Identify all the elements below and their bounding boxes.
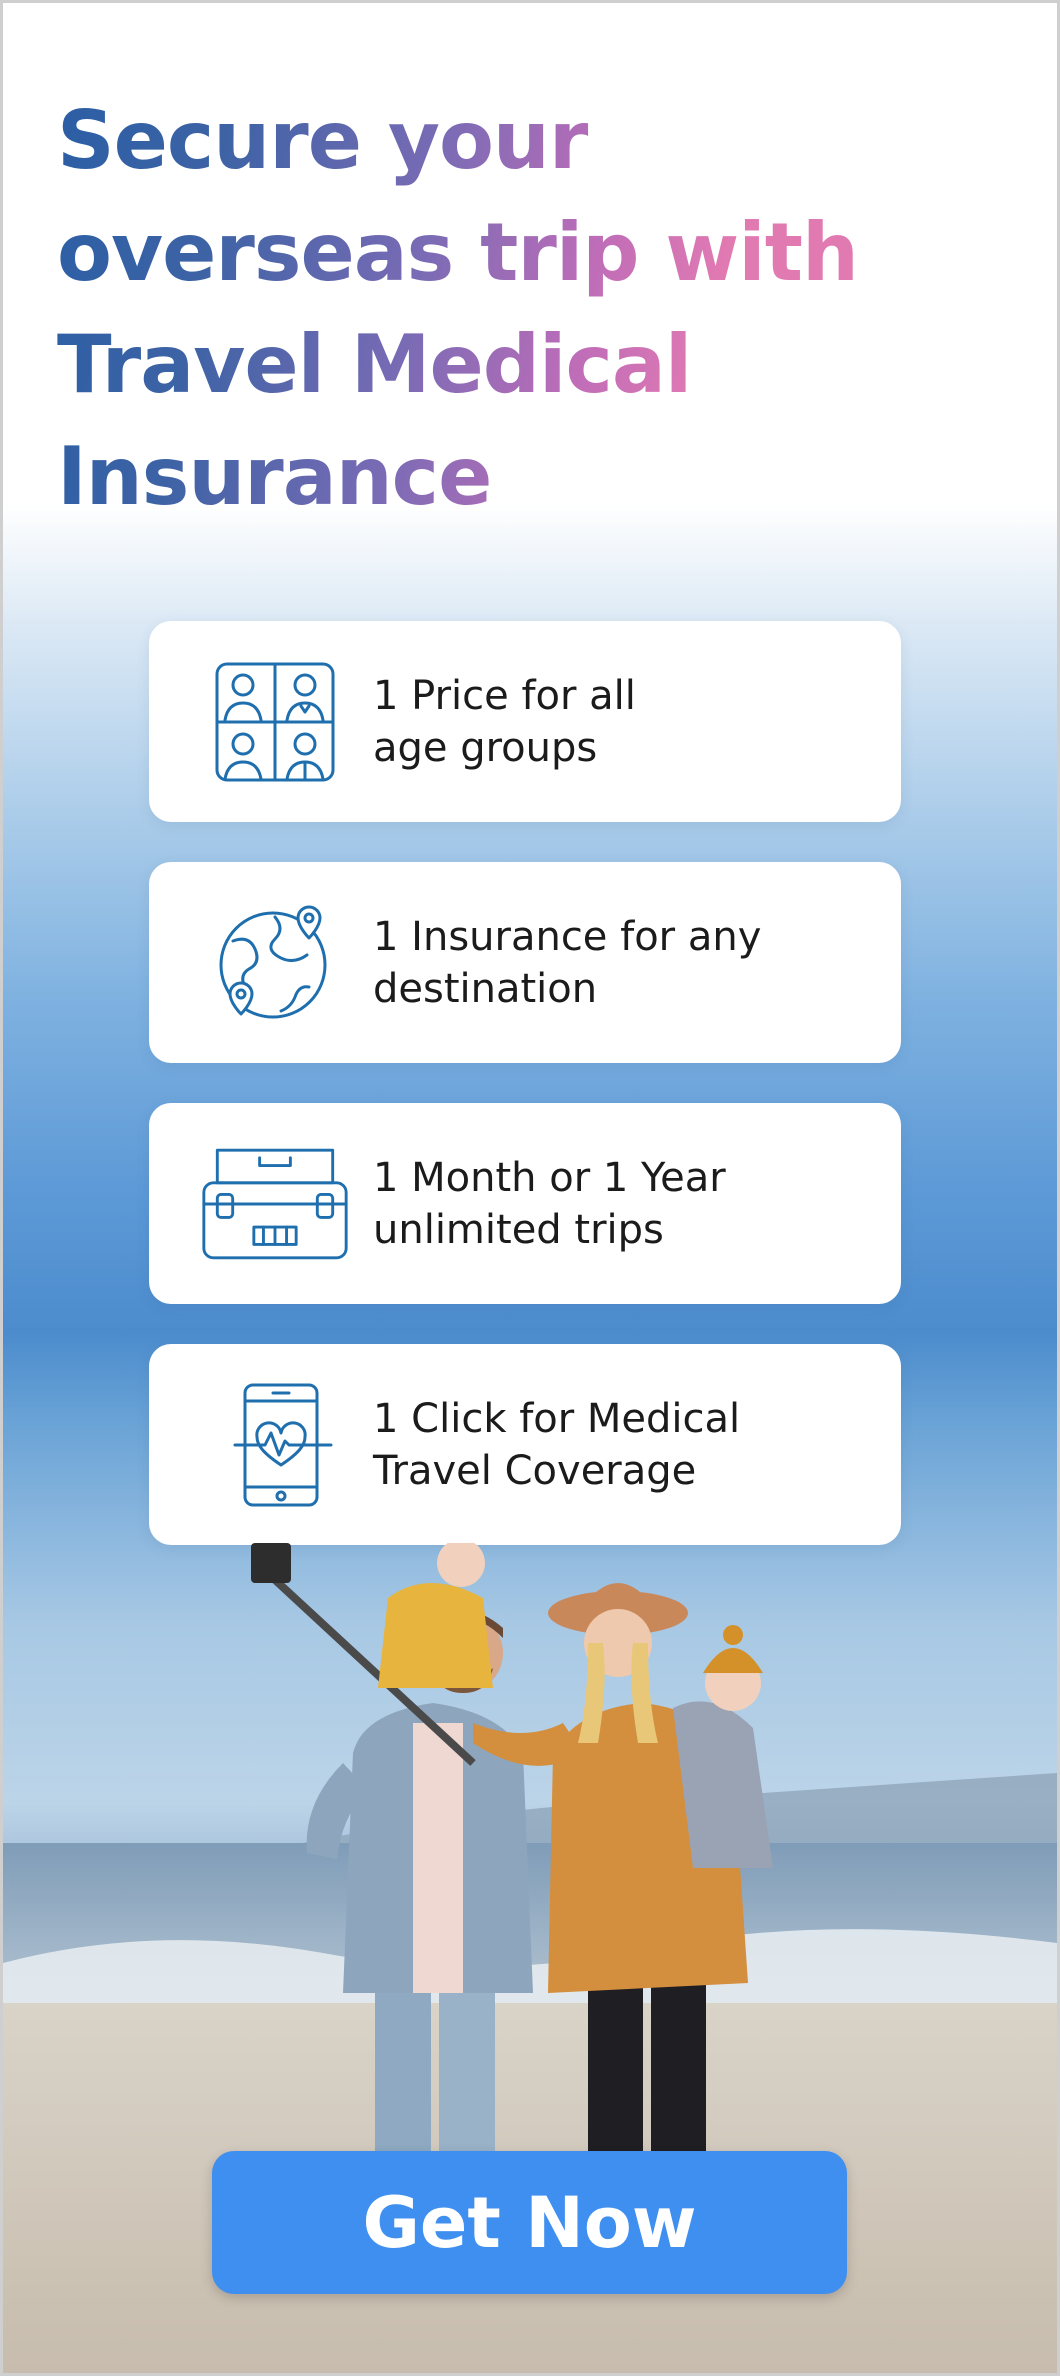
feature-text: 1 Month or 1 Year unlimited trips — [373, 1154, 726, 1253]
phone-heartbeat-icon — [200, 1370, 350, 1520]
feature-card-destination: 1 Insurance for any destination — [149, 862, 901, 1063]
feature-card-price: 1 Price for all age groups — [149, 621, 901, 822]
headline: Secure your overseas trip with Travel Me… — [57, 85, 858, 533]
get-now-button[interactable]: Get Now — [212, 2151, 847, 2294]
headline-line-4: Insurance — [57, 430, 492, 523]
headline-line-1: Secure your — [57, 94, 588, 187]
suitcase-icon — [200, 1129, 350, 1279]
feature-card-trips: 1 Month or 1 Year unlimited trips — [149, 1103, 901, 1304]
headline-line-3: Travel Medical — [57, 318, 692, 411]
four-people-grid-icon — [200, 647, 350, 797]
feature-text: 1 Price for all age groups — [373, 672, 636, 771]
feature-text: 1 Insurance for any destination — [373, 913, 762, 1012]
feature-card-coverage: 1 Click for Medical Travel Coverage — [149, 1344, 901, 1545]
feature-list: 1 Price for all age groups 1 Insurance f… — [149, 621, 901, 1585]
globe-location-pins-icon — [200, 888, 350, 1038]
feature-text: 1 Click for Medical Travel Coverage — [373, 1395, 741, 1494]
ad-banner: Secure your overseas trip with Travel Me… — [0, 0, 1060, 2376]
headline-line-2: overseas trip with — [57, 206, 858, 299]
